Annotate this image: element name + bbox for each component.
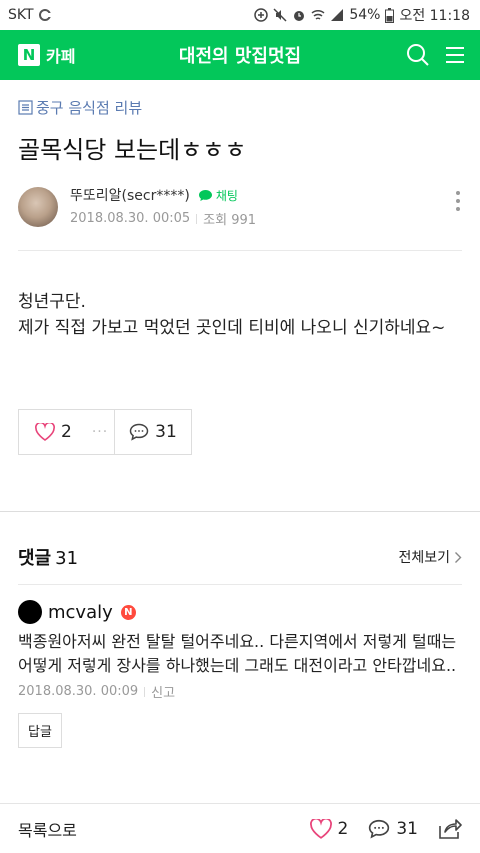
back-to-list-button[interactable]: 목록으로 [18,817,77,841]
clock: 오전 11:18 [399,8,470,24]
author-info: 뚜또리알(secr****) 채팅 2018.08.30. 00:05 조회 9… [70,185,256,228]
comment-bubble-icon [369,819,390,838]
comment-count: 31 [155,422,177,442]
section-divider [0,511,480,512]
heart-icon [309,818,332,839]
data-saver-icon [254,8,269,22]
bottom-like-count: 2 [337,818,349,839]
mute-icon [273,8,287,22]
bottom-actions: 2 31 [309,818,462,840]
sync-icon [38,9,51,21]
author-nickname[interactable]: 뚜또리알(secr****) [70,185,190,205]
reaction-box: 2 ··· 31 [18,409,192,455]
post-author-row: 뚜또리알(secr****) 채팅 2018.08.30. 00:05 조회 9… [18,185,462,251]
comment-author-row: mcvaly N [18,600,462,624]
alarm-icon [294,11,305,21]
chat-label: 채팅 [215,188,238,203]
post-meta: 2018.08.30. 00:05 조회 991 [70,209,256,228]
signal-icon [331,9,344,21]
comments-divider [18,584,462,585]
new-badge: N [120,604,136,620]
like-button[interactable]: 2 ··· [19,410,115,454]
status-bar-left: SKT [8,7,52,23]
comment-item: mcvaly N 백종원아저씨 완전 탈탈 털어주네요.. 다른지역에서 저렇게… [18,600,462,748]
board-link[interactable]: 중구 음식점 리뷰 [18,97,462,118]
comments-total: 31 [55,548,79,569]
battery-icon [385,7,395,23]
post-body: 청년구단. 제가 직접 가보고 먹었던 곳인데 티비에 나오니 신기하네요~ [18,289,462,341]
comments-title-label: 댓글 [18,548,52,569]
comment-meta: 2018.08.30. 00:09 신고 [18,682,462,701]
comment-button[interactable]: 31 [115,410,191,454]
author-nick-line: 뚜또리알(secr****) 채팅 [70,185,256,205]
header-actions [406,43,466,67]
post: 중구 음식점 리뷰 골목식당 보는데ㅎㅎㅎ 뚜또리알(secr****) 채팅 … [0,97,480,455]
comment-text: 백종원아저씨 완전 탈탈 털어주네요.. 다른지역에서 저렇게 털때는 어떻게 … [18,632,457,675]
comment-bubble-icon [129,423,149,441]
comments-title: 댓글 31 [18,544,78,570]
board-name: 중구 음식점 리뷰 [36,99,143,117]
bottom-comment-button[interactable]: 31 [368,819,418,839]
chat-bubble-icon [198,189,212,201]
comment-author[interactable]: mcvaly [48,602,113,623]
comments-section: 댓글 31 전체보기 mcvaly N 백종원아저씨 완전 탈탈 털어주네요.. … [0,544,480,748]
post-body-line: 청년구단. [18,292,86,312]
view-all-comments-link[interactable]: 전체보기 [398,547,462,567]
battery-percent: 54% [349,7,381,23]
like-count: 2 [61,422,72,442]
view-all-label: 전체보기 [398,550,450,566]
liker-list-icon[interactable]: ··· [92,424,108,440]
board-list-icon [18,100,33,115]
naver-logo: N [18,44,40,66]
post-title: 골목식당 보는데ㅎㅎㅎ [18,136,247,164]
post-views: 조회 991 [203,213,257,228]
chevron-right-icon [455,551,462,563]
status-bar-right: 54% 오전 11:18 [254,5,470,25]
comment-avatar[interactable] [18,600,42,624]
bottom-like-button[interactable]: 2 [309,818,349,839]
post-date: 2018.08.30. 00:05 [70,211,191,226]
app-header: N 카페 대전의 맛집멋집 [0,30,480,80]
brand-label: 카페 [46,47,76,66]
more-options-icon[interactable] [454,191,462,211]
meta-divider [196,213,198,224]
post-body-line: 제가 직접 가보고 먹었던 곳인데 티비에 나오니 신기하네요~ [18,318,446,338]
search-icon[interactable] [406,43,430,67]
share-icon[interactable] [438,818,462,840]
carrier-label: SKT [8,7,34,23]
author-avatar[interactable] [18,186,58,227]
meta-divider [144,686,146,697]
report-link[interactable]: 신고 [151,682,175,701]
comment-date: 2018.08.30. 00:09 [18,684,139,699]
cafe-home-link[interactable]: N 카페 [18,43,75,67]
menu-icon[interactable] [444,45,466,65]
chat-button[interactable]: 채팅 [198,187,238,204]
heart-icon [35,423,55,441]
reply-button[interactable]: 답글 [18,713,62,748]
comments-header: 댓글 31 전체보기 [18,544,462,570]
wifi-icon [311,9,325,20]
bottom-bar: 목록으로 2 31 [0,803,480,853]
bottom-comment-count: 31 [396,818,418,839]
status-bar: SKT 54% 오전 11:18 [0,0,480,30]
